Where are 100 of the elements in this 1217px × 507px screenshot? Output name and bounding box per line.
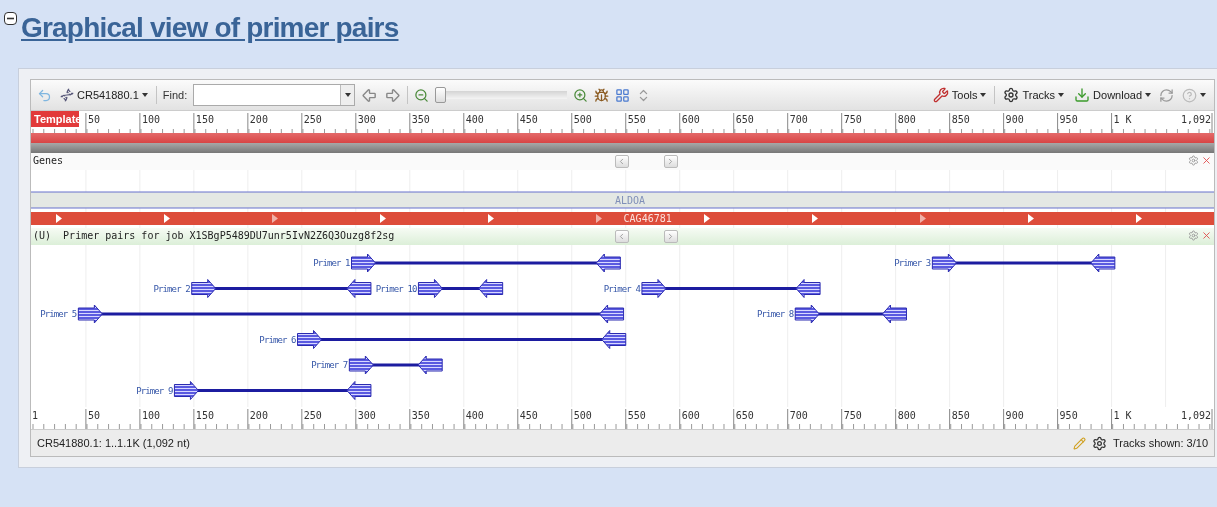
ruler-label: 400 <box>465 114 484 125</box>
ruler-label: 600 <box>681 410 700 421</box>
refresh-icon[interactable] <box>1159 87 1174 103</box>
ruler-label: 1,092 <box>1180 114 1211 125</box>
ruler-label: 100 <box>141 114 160 125</box>
ruler-label: 850 <box>951 410 970 421</box>
track-title: (U) Primer pairs for job X1SBgP5489DU7unr5IvN2Z6Q3Ouzg8f2sg <box>33 230 395 241</box>
ruler-label: 50 <box>87 114 100 125</box>
ruler-label: 700 <box>789 410 808 421</box>
ruler-label: 800 <box>897 114 916 125</box>
ruler-label: 900 <box>1005 410 1024 421</box>
dna-icon <box>60 88 74 102</box>
ruler-label: 900 <box>1005 114 1024 125</box>
tracks-shown-text: Tracks shown: 3/10 <box>1113 437 1208 449</box>
caret-icon <box>980 93 987 97</box>
ruler-label: 350 <box>411 410 430 421</box>
download-icon <box>1074 87 1091 103</box>
help-menu-button[interactable] <box>1180 87 1208 103</box>
close-icon[interactable] <box>1201 155 1212 166</box>
collapse-button[interactable] <box>4 12 17 25</box>
settings-icon[interactable] <box>1092 435 1108 451</box>
caret-icon <box>1058 93 1065 97</box>
chevron-right-icon <box>666 232 675 241</box>
ruler-label: 550 <box>627 410 646 421</box>
ruler-label: 150 <box>195 410 214 421</box>
find-dropdown-button[interactable] <box>340 85 355 105</box>
primer-label: Primer 6 <box>259 334 296 345</box>
feature-label: CAG46781 <box>623 213 672 224</box>
bug-icon[interactable] <box>594 87 610 103</box>
find-label: Find: <box>162 89 188 101</box>
primer-label: Primer 3 <box>894 258 931 268</box>
pencil-icon[interactable] <box>1073 436 1087 450</box>
ruler-label: 350 <box>411 114 430 125</box>
ruler-label: 400 <box>465 410 484 421</box>
primer-label: Primer 10 <box>375 283 417 294</box>
track-title: Genes <box>33 155 64 166</box>
ruler-label: 950 <box>1059 114 1078 125</box>
minus-icon <box>7 15 14 22</box>
ruler-label: 200 <box>249 114 268 125</box>
gear-icon <box>1003 87 1020 103</box>
ruler-label: 600 <box>681 114 700 125</box>
primer-label: Primer 9 <box>136 385 173 396</box>
back-icon[interactable] <box>37 87 52 103</box>
right-arrow-icon[interactable] <box>384 86 402 104</box>
ruler-label: 650 <box>735 410 754 421</box>
ruler-label: 250 <box>303 410 322 421</box>
ruler-label: 450 <box>519 410 538 421</box>
ruler-label: 1 K <box>1113 410 1132 421</box>
ruler-label: 550 <box>627 114 646 125</box>
scroll-left-button[interactable] <box>614 230 629 243</box>
chevron-right-icon <box>666 157 675 166</box>
ruler-label: 750 <box>843 410 862 421</box>
scroll-right-button[interactable] <box>663 230 678 243</box>
ruler-label: 950 <box>1059 410 1078 421</box>
caret-icon <box>1200 93 1206 97</box>
ruler-label: 300 <box>357 410 376 421</box>
ruler-label: 150 <box>195 114 214 125</box>
scroll-right-button[interactable] <box>663 155 678 168</box>
primer-label: Primer 7 <box>311 360 348 370</box>
ruler-label: 450 <box>519 114 538 125</box>
wrench-icon <box>932 87 949 103</box>
primer-label: Primer 4 <box>603 283 640 294</box>
left-arrow-icon[interactable] <box>361 86 379 104</box>
zoom-out-icon[interactable] <box>414 87 430 103</box>
tools-menu-button[interactable]: Tools <box>930 87 989 103</box>
ruler-label: 200 <box>249 410 268 421</box>
ruler-label: 100 <box>141 410 160 421</box>
ruler-label: 1,092 <box>1180 410 1211 421</box>
ruler-label: 800 <box>897 410 916 421</box>
caret-icon <box>141 93 148 97</box>
scroll-left-button[interactable] <box>614 155 629 168</box>
ruler-label: 700 <box>789 114 808 125</box>
download-menu-button[interactable]: Download <box>1072 87 1153 103</box>
ruler-label: 250 <box>303 114 322 125</box>
primer-label: Primer 2 <box>153 283 190 294</box>
ruler-label: 1 K <box>1113 114 1132 125</box>
slider-thumb[interactable] <box>435 87 447 103</box>
find-field[interactable] <box>193 84 356 106</box>
ruler-label: 650 <box>735 114 754 125</box>
help-icon <box>1182 87 1197 103</box>
caret-icon <box>1145 93 1151 97</box>
ruler-label: 500 <box>573 410 592 421</box>
ruler-label: 1 <box>32 410 39 421</box>
grid-icon[interactable] <box>615 87 631 103</box>
tracks-menu-button[interactable]: Tracks <box>1001 87 1067 103</box>
caret-icon <box>344 93 351 97</box>
ruler-label: 50 <box>87 410 100 421</box>
primer-label: Primer 1 <box>313 258 350 268</box>
zoom-in-icon[interactable] <box>573 87 589 103</box>
primer-label: Primer 5 <box>40 309 77 319</box>
ruler-label: 300 <box>357 114 376 125</box>
primer-label: Primer 8 <box>757 309 794 319</box>
section-title-link[interactable]: Graphical view of primer pairs <box>21 6 399 50</box>
location-text: CR541880.1: 1..1.1K (1,092 nt) <box>37 437 190 449</box>
ruler-label: 750 <box>843 114 862 125</box>
ruler-label: 850 <box>951 114 970 125</box>
gene-label: ALDOA <box>614 195 646 206</box>
close-icon[interactable] <box>1201 230 1212 241</box>
ruler-label: 500 <box>573 114 592 125</box>
sequence-dropdown[interactable]: CR541880.1 <box>58 88 150 102</box>
